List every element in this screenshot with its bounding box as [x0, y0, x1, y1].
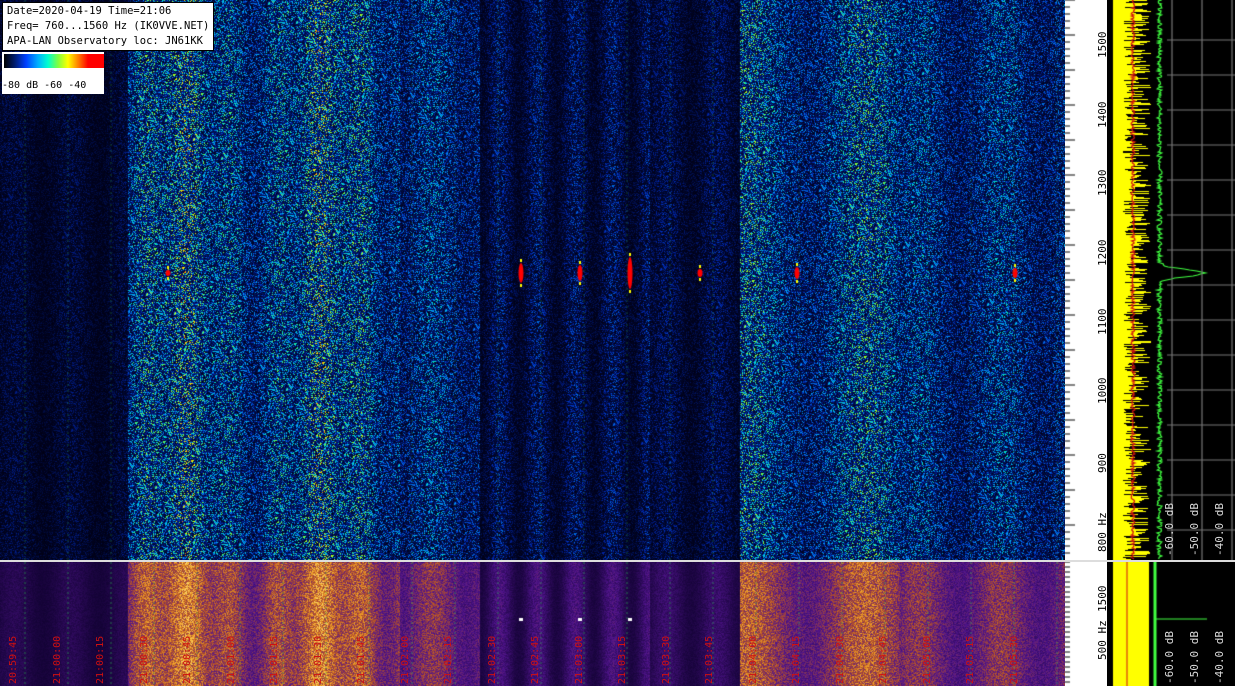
spectrum-db-label: -50.0 dB	[1188, 631, 1201, 684]
time-tick-label: 20:59:45	[8, 635, 19, 684]
time-tick-label: 21:02:30	[486, 635, 498, 684]
freq-tick-label: 1500	[1096, 31, 1109, 59]
time-tick-label: 21:04:45	[878, 635, 889, 684]
time-tick-label: 21:01:30	[312, 635, 324, 684]
time-tick-label: 21:02:15	[443, 635, 454, 684]
info-date-time: Date=2020-04-19 Time=21:06	[7, 5, 172, 17]
freq-tick-label: 1100	[1096, 308, 1109, 336]
time-tick-label: 21:01:45	[356, 635, 367, 684]
freq-tick-label: 1200	[1096, 239, 1109, 267]
freq-tick-label: 500 Hz	[1096, 620, 1109, 660]
spectrum-db-label: -60.0 dB	[1163, 503, 1176, 556]
time-tick-label: 21:03:00	[573, 635, 585, 684]
color-legend: -80 dB -60 -40	[2, 52, 104, 94]
time-tick-label: 21:05:15	[965, 635, 976, 684]
spectrum-db-label: -50.0 dB	[1188, 503, 1201, 556]
time-tick-label: 21:00:00	[51, 635, 63, 684]
time-tick-label: 21:03:15	[617, 635, 628, 684]
time-tick-label: 21:02:45	[530, 635, 541, 684]
freq-tick-label: 1300	[1096, 169, 1109, 197]
freq-tick-label: 1400	[1096, 101, 1109, 129]
time-tick-label: 21:00:15	[95, 635, 106, 684]
time-tick-label: 21:02:00	[399, 635, 411, 684]
time-tick-label: 21:05:00	[921, 635, 933, 684]
time-tick-label: 21:05:30	[1008, 635, 1020, 684]
time-tick-label: 21:04:15	[791, 635, 802, 684]
frequency-scale-main	[1065, 0, 1107, 560]
freq-tick-label: 800 Hz	[1096, 512, 1109, 552]
waterfall-main	[0, 0, 1065, 560]
time-tick-label: 21:01:15	[269, 635, 280, 684]
spectrum-db-label: -40.0 dB	[1213, 503, 1226, 556]
spectrum-db-label: -60.0 dB	[1163, 631, 1176, 684]
freq-tick-label: 1000	[1096, 377, 1109, 405]
info-box: Date=2020-04-19 Time=21:06 Freq= 760...1…	[2, 2, 215, 51]
color-scale-ticks: -80 dB -60 -40	[2, 80, 87, 91]
freq-tick-label: 1500	[1096, 585, 1109, 613]
spectrum-plot-main	[1107, 0, 1235, 560]
spectrum-db-label: -40.0 dB	[1213, 631, 1226, 684]
time-tick-label: 21:01:00	[225, 635, 237, 684]
info-observatory: APA-LAN Observatory loc: JN61KK	[7, 35, 203, 47]
time-tick-label: 21:04:30	[834, 635, 846, 684]
info-freq-range: Freq= 760...1560 Hz (IK0VVE.NET)	[7, 20, 210, 32]
time-tick-label: 21:04:00	[747, 635, 759, 684]
freq-tick-label: 900	[1096, 453, 1109, 473]
time-tick-label: 21:03:45	[704, 635, 715, 684]
color-scale-bar	[4, 54, 104, 68]
time-tick-label: 21:03:30	[660, 635, 672, 684]
time-tick-label: 21:00:45	[182, 635, 193, 684]
time-tick-label: 21:00:30	[138, 635, 150, 684]
